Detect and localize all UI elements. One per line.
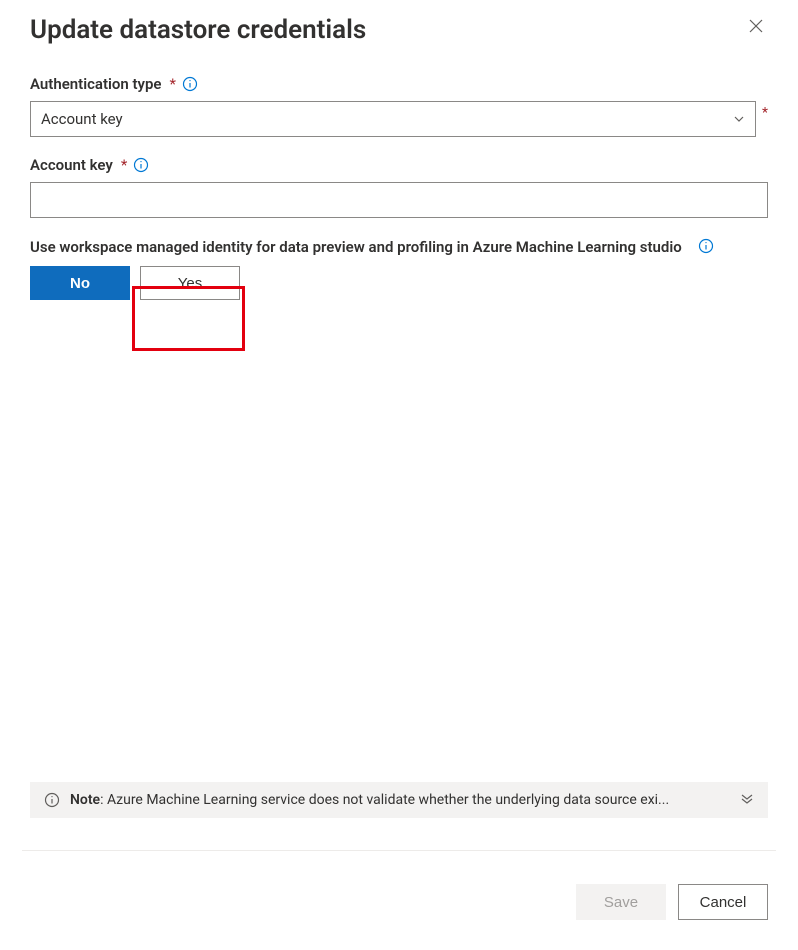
panel-header: Update datastore credentials bbox=[30, 14, 768, 46]
account-key-label-row: Account key * bbox=[30, 156, 149, 174]
managed-identity-label-row: Use workspace managed identity for data … bbox=[30, 236, 768, 258]
managed-identity-toggle: No Yes bbox=[30, 266, 768, 300]
toggle-yes-label: Yes bbox=[178, 275, 202, 292]
required-marker: * bbox=[170, 75, 176, 93]
info-icon[interactable] bbox=[698, 238, 714, 254]
expand-note-button[interactable] bbox=[740, 792, 754, 809]
note-bar: Note: Azure Machine Learning service doe… bbox=[30, 782, 768, 818]
toggle-no-button[interactable]: No bbox=[30, 266, 130, 300]
save-button[interactable]: Save bbox=[576, 884, 666, 920]
auth-type-field: Authentication type * Account key * bbox=[30, 74, 768, 137]
info-icon[interactable] bbox=[182, 76, 198, 92]
auth-type-control-row: Account key * bbox=[30, 101, 768, 137]
update-credentials-panel: Update datastore credentials Authenticat… bbox=[0, 0, 798, 950]
toggle-yes-button[interactable]: Yes bbox=[140, 266, 240, 300]
note-body: : Azure Machine Learning service does no… bbox=[100, 792, 669, 808]
info-icon[interactable] bbox=[133, 157, 149, 173]
account-key-field: Account key * bbox=[30, 155, 768, 218]
panel-footer: Save Cancel bbox=[576, 884, 768, 920]
footer-divider bbox=[22, 850, 776, 851]
managed-identity-field: Use workspace managed identity for data … bbox=[30, 236, 768, 300]
required-marker: * bbox=[121, 156, 127, 174]
panel-title: Update datastore credentials bbox=[30, 14, 366, 46]
account-key-label: Account key bbox=[30, 156, 113, 174]
auth-type-selected: Account key bbox=[41, 110, 123, 128]
note-prefix: Note bbox=[70, 792, 100, 808]
auth-type-label: Authentication type bbox=[30, 75, 162, 93]
note-text: Note: Azure Machine Learning service doe… bbox=[70, 792, 730, 808]
toggle-no-label: No bbox=[70, 275, 90, 292]
auth-type-label-row: Authentication type * bbox=[30, 75, 198, 93]
close-button[interactable] bbox=[744, 14, 768, 38]
info-icon bbox=[44, 792, 60, 808]
managed-identity-label: Use workspace managed identity for data … bbox=[30, 236, 682, 258]
cancel-label: Cancel bbox=[700, 894, 747, 911]
auth-type-dropdown[interactable]: Account key bbox=[30, 101, 756, 137]
account-key-input[interactable] bbox=[30, 182, 768, 218]
close-icon bbox=[748, 22, 764, 37]
chevron-down-icon bbox=[733, 113, 745, 125]
required-marker-outer: * bbox=[762, 106, 768, 120]
save-label: Save bbox=[604, 894, 638, 911]
cancel-button[interactable]: Cancel bbox=[678, 884, 768, 920]
chevron-double-down-icon bbox=[740, 792, 754, 809]
